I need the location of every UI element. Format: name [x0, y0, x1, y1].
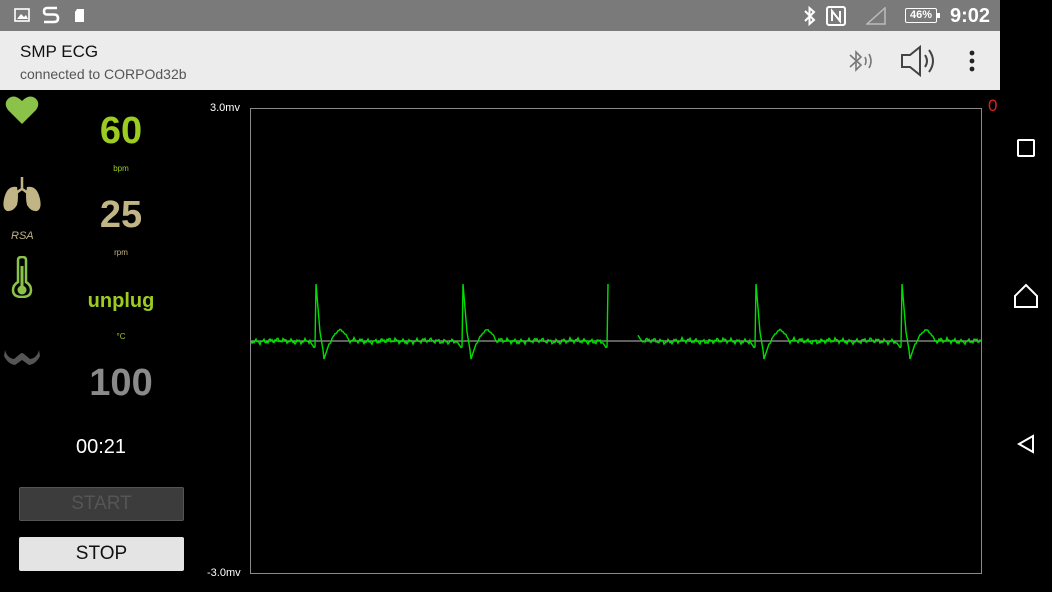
back-icon: [1016, 434, 1034, 454]
ecg-trace: [251, 283, 981, 360]
app-s-icon: [42, 6, 60, 24]
temperature-unit: °C: [116, 332, 126, 341]
navigation-bar: [1000, 0, 1052, 592]
connection-status: connected to CORPOd32b: [20, 66, 187, 82]
bluetooth-icon: [804, 6, 816, 26]
session-timer: 00:21: [75, 436, 127, 458]
recents-icon: [1017, 139, 1035, 157]
vitals-panel: 60 bpm RSA 25 rpm unplug °C 100 00:21 ST…: [0, 90, 200, 592]
recents-button[interactable]: [1008, 130, 1044, 166]
thermometer-icon: [11, 256, 33, 298]
home-icon: [1014, 283, 1038, 308]
bluetooth-audio-icon[interactable]: [846, 46, 876, 76]
stop-button[interactable]: STOP: [19, 537, 184, 571]
sample-counter: 0: [988, 96, 998, 115]
image-icon: [14, 8, 30, 22]
heart-icon: [5, 96, 39, 124]
lungs-icon: [3, 177, 41, 212]
battery-level: 46%: [909, 9, 933, 21]
back-button[interactable]: [1008, 426, 1044, 462]
ecg-chart: [251, 283, 981, 360]
home-button[interactable]: [1008, 278, 1044, 314]
signal-icon: [866, 7, 886, 25]
app-bar: SMP ECG connected to CORPOd32b: [0, 31, 1000, 90]
y-min-label: -3.0mv: [207, 567, 241, 579]
clock: 9:02: [949, 5, 990, 27]
resp-rate-unit: rpm: [114, 248, 128, 257]
heart-rate-value: 60: [99, 110, 143, 152]
app-title: SMP ECG: [20, 42, 99, 61]
start-button[interactable]: START: [19, 487, 184, 521]
overflow-menu-icon[interactable]: [965, 49, 979, 73]
battery-indicator: 46%: [905, 8, 940, 23]
resp-rate-value: 25: [99, 194, 143, 236]
temperature-value: unplug: [87, 290, 155, 312]
spo2-value: 100: [89, 362, 153, 404]
heart-rate-unit: bpm: [113, 164, 129, 173]
sim-icon: [75, 9, 84, 22]
status-bar: 46% 9:02: [0, 0, 1000, 31]
volume-icon[interactable]: [898, 43, 944, 79]
nfc-icon: [826, 6, 846, 26]
rsa-label: RSA: [11, 230, 34, 242]
spo2-icon: [4, 350, 40, 365]
ecg-plot: [250, 108, 982, 574]
y-max-label: 3.0mv: [210, 102, 240, 114]
